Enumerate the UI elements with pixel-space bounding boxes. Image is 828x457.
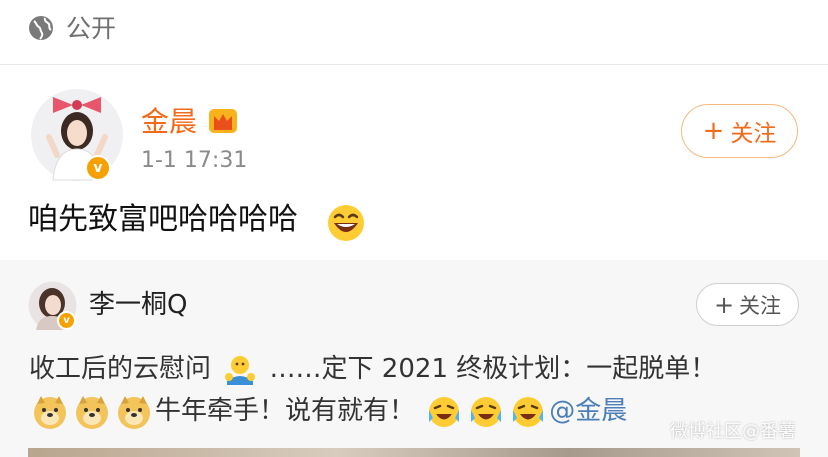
tears-of-joy-emoji-icon bbox=[513, 396, 544, 427]
repost-text: 牛年牵手！说有就有！ bbox=[155, 396, 416, 426]
post-text: 咱先致富吧哈哈哈哈 bbox=[28, 202, 298, 237]
author-avatar[interactable]: v bbox=[27, 85, 127, 185]
divider bbox=[0, 64, 828, 65]
plus-icon: + bbox=[713, 290, 735, 319]
doge-emoji-icon bbox=[76, 395, 108, 429]
doge-emoji-icon bbox=[34, 395, 66, 429]
post-time: 1-1 17:31 bbox=[141, 148, 248, 173]
verified-badge-icon: v bbox=[57, 311, 76, 330]
crown-icon bbox=[209, 109, 237, 133]
verified-badge-icon: v bbox=[85, 155, 111, 181]
laugh-emoji-icon bbox=[328, 205, 364, 241]
author-name[interactable]: 金晨 bbox=[141, 102, 197, 142]
repost-text: ……定下 2021 终极计划：一起脱单！ bbox=[269, 354, 717, 384]
repost-text-line: 收工后的云慰问 ……定下 2021 终极计划：一起脱单！ bbox=[29, 349, 716, 389]
watermark: 微博社区@番薯 bbox=[670, 421, 796, 442]
plus-icon: + bbox=[702, 116, 725, 146]
tears-of-joy-emoji-icon bbox=[471, 396, 502, 427]
repost-image-preview[interactable] bbox=[28, 448, 800, 457]
repost-text-line: 牛年牵手！说有就有！ @金晨 bbox=[29, 391, 627, 431]
repost-follow-button[interactable]: + 关注 bbox=[696, 283, 799, 326]
follow-label: 关注 bbox=[739, 293, 782, 318]
mention-link[interactable]: @金晨 bbox=[549, 396, 627, 426]
repost-text: 收工后的云慰问 bbox=[29, 354, 212, 384]
repost-author-name[interactable]: 李一桐Q bbox=[89, 286, 187, 324]
globe-icon bbox=[29, 16, 53, 40]
repost-author-avatar[interactable]: v bbox=[28, 281, 77, 330]
doge-emoji-icon bbox=[118, 395, 150, 429]
follow-label: 关注 bbox=[730, 121, 777, 147]
hug-emoji-icon bbox=[225, 355, 256, 385]
tears-of-joy-emoji-icon bbox=[429, 396, 460, 427]
follow-button[interactable]: + 关注 bbox=[681, 104, 798, 158]
visibility-label[interactable]: 公开 bbox=[66, 12, 116, 46]
